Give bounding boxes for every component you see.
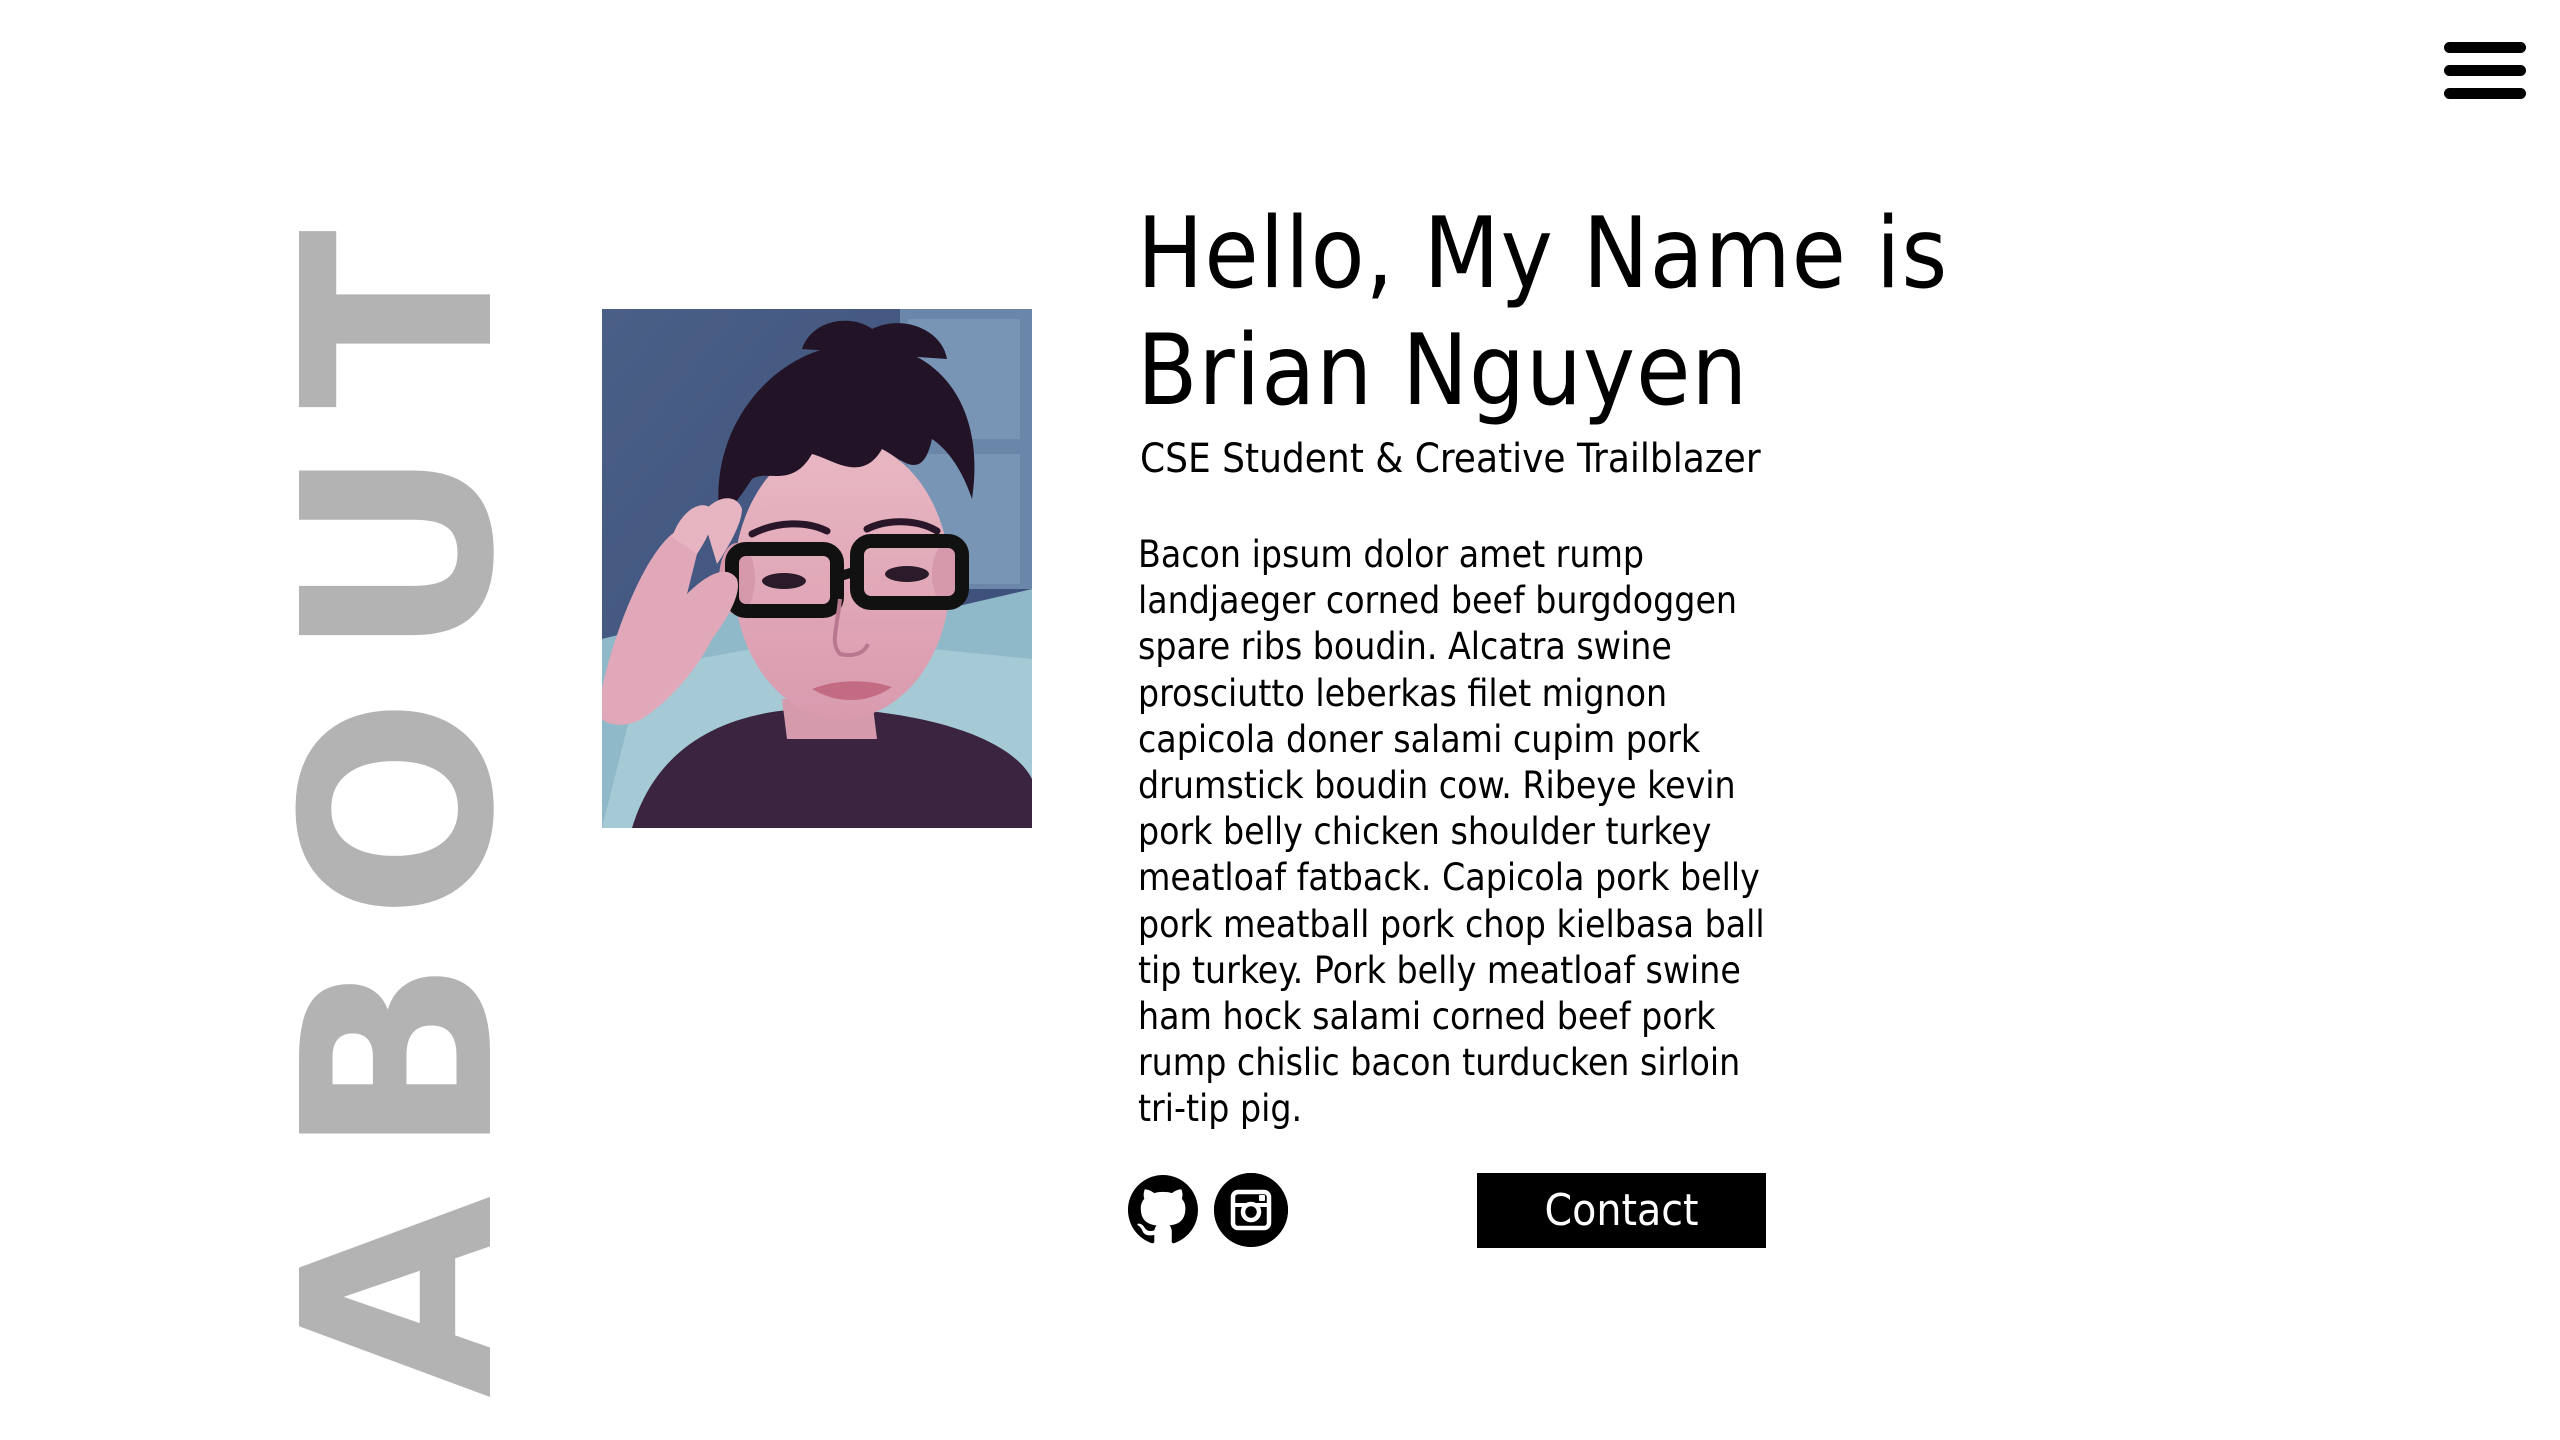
about-page: ABOUT Hello, My Name is Brian Nguyen CSE… <box>0 0 2560 1440</box>
page-heading: Hello, My Name is Brian Nguyen <box>1137 196 2137 430</box>
profile-photo <box>602 309 1032 828</box>
side-title: ABOUT <box>247 191 552 1399</box>
subtitle: CSE Student & Creative Trailblazer <box>1140 436 1761 482</box>
contact-button[interactable]: Contact <box>1477 1173 1766 1248</box>
github-icon[interactable] <box>1128 1175 1198 1245</box>
menu-bar <box>2444 88 2526 99</box>
bio-paragraph: Bacon ipsum dolor amet rump landjaeger c… <box>1138 533 1765 1131</box>
instagram-icon[interactable] <box>1214 1173 1288 1247</box>
heading-line-1: Hello, My Name is <box>1137 197 1949 311</box>
side-title-container: ABOUT <box>247 192 552 1399</box>
heading-line-2: Brian Nguyen <box>1137 314 1749 428</box>
hamburger-menu-icon[interactable] <box>2444 40 2526 102</box>
menu-bar <box>2444 65 2526 76</box>
menu-bar <box>2444 42 2526 53</box>
